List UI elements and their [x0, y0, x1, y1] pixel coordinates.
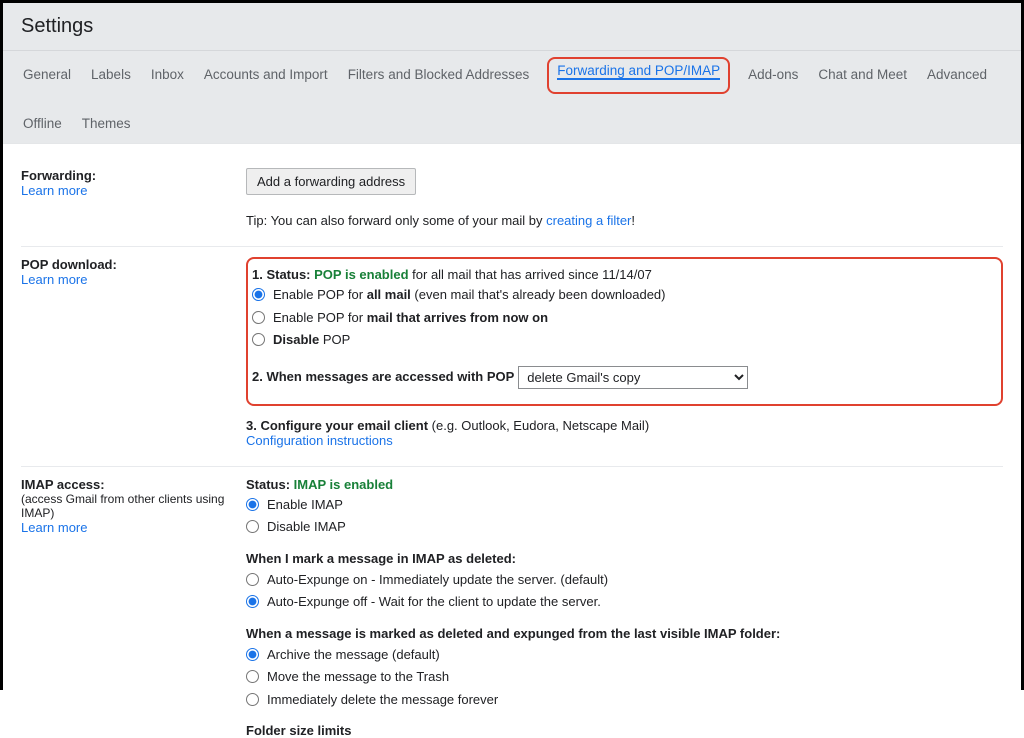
- tab-offline[interactable]: Offline: [21, 110, 64, 143]
- tab-inbox[interactable]: Inbox: [149, 61, 186, 94]
- tab-chat[interactable]: Chat and Meet: [816, 61, 909, 94]
- forwarding-label-col: Forwarding: Learn more: [21, 168, 246, 228]
- section-imap: IMAP access: (access Gmail from other cl…: [21, 467, 1003, 738]
- tab-general[interactable]: General: [21, 61, 73, 94]
- imap-radio-enable[interactable]: [246, 498, 259, 511]
- pop-label-col: POP download: Learn more: [21, 257, 246, 448]
- settings-content: Forwarding: Learn more Add a forwarding …: [3, 144, 1021, 738]
- forwarding-title: Forwarding:: [21, 168, 246, 183]
- tab-filters[interactable]: Filters and Blocked Addresses: [346, 61, 532, 94]
- pop-learn-more[interactable]: Learn more: [21, 272, 87, 287]
- expunge-on-label: Auto-Expunge on - Immediately update the…: [267, 570, 608, 590]
- tab-forwarding[interactable]: Forwarding and POP/IMAP: [557, 63, 720, 80]
- archive-row: Archive the message (default): [246, 645, 1003, 665]
- imap-status-enabled: IMAP is enabled: [294, 477, 393, 492]
- imap-expunged-head: When a message is marked as deleted and …: [246, 626, 1003, 641]
- pop-config: 3. Configure your email client (e.g. Out…: [246, 418, 1003, 433]
- forwarding-body: Add a forwarding address Tip: You can al…: [246, 168, 1003, 228]
- pop-radio-disable[interactable]: [252, 333, 265, 346]
- pop-status-num: 1. Status:: [252, 267, 314, 282]
- tab-themes[interactable]: Themes: [80, 110, 133, 143]
- create-filter-link[interactable]: creating a filter: [546, 213, 631, 228]
- pop-highlight-box: 1. Status: POP is enabled for all mail t…: [246, 257, 1003, 406]
- opt1-tail: (even mail that's already been downloade…: [411, 287, 666, 302]
- delete-forever-label: Immediately delete the message forever: [267, 690, 498, 710]
- trash-label: Move the message to the Trash: [267, 667, 449, 687]
- trash-row: Move the message to the Trash: [246, 667, 1003, 687]
- tab-accounts[interactable]: Accounts and Import: [202, 61, 330, 94]
- tab-forwarding-highlight: Forwarding and POP/IMAP: [547, 57, 730, 94]
- radio-delete-forever[interactable]: [246, 693, 259, 706]
- page-title: Settings: [21, 15, 1003, 38]
- tip-suffix: !: [631, 213, 635, 228]
- pop-option-disable: Disable POP: [252, 330, 991, 350]
- opt3-bold: Disable: [273, 332, 319, 347]
- pop-status: 1. Status: POP is enabled for all mail t…: [252, 267, 991, 282]
- pop-action-select[interactable]: delete Gmail's copy: [518, 366, 748, 389]
- expunge-off-row: Auto-Expunge off - Wait for the client t…: [246, 592, 1003, 612]
- imap-learn-more[interactable]: Learn more: [21, 520, 87, 535]
- pop-config-tail: (e.g. Outlook, Eudora, Netscape Mail): [428, 418, 649, 433]
- pop-radio-now-on[interactable]: [252, 311, 265, 324]
- add-forwarding-button[interactable]: Add a forwarding address: [246, 168, 416, 195]
- delete-forever-row: Immediately delete the message forever: [246, 690, 1003, 710]
- imap-disable-row: Disable IMAP: [246, 517, 1003, 537]
- pop-option-now-on: Enable POP for mail that arrives from no…: [252, 308, 991, 328]
- settings-tabs: General Labels Inbox Accounts and Import…: [3, 51, 1021, 144]
- tab-labels[interactable]: Labels: [89, 61, 133, 94]
- pop-title: POP download:: [21, 257, 246, 272]
- section-pop: POP download: Learn more 1. Status: POP …: [21, 247, 1003, 467]
- radio-expunge-on[interactable]: [246, 573, 259, 586]
- imap-status: Status: IMAP is enabled: [246, 477, 1003, 492]
- forwarding-tip: Tip: You can also forward only some of y…: [246, 213, 1003, 228]
- imap-radio-disable[interactable]: [246, 520, 259, 533]
- archive-label: Archive the message (default): [267, 645, 440, 665]
- imap-label-col: IMAP access: (access Gmail from other cl…: [21, 477, 246, 738]
- pop-config-link[interactable]: Configuration instructions: [246, 433, 393, 448]
- imap-disable-label: Disable IMAP: [267, 517, 346, 537]
- pop-body: 1. Status: POP is enabled for all mail t…: [246, 257, 1003, 448]
- pop-config-num: 3. Configure your email client: [246, 418, 428, 433]
- opt1-bold: all mail: [367, 287, 411, 302]
- imap-enable-row: Enable IMAP: [246, 495, 1003, 515]
- pop-action-row: 2. When messages are accessed with POP d…: [252, 366, 991, 389]
- radio-trash[interactable]: [246, 670, 259, 683]
- expunge-on-row: Auto-Expunge on - Immediately update the…: [246, 570, 1003, 590]
- expunge-off-label: Auto-Expunge off - Wait for the client t…: [267, 592, 601, 612]
- pop-status-enabled: POP is enabled: [314, 267, 408, 282]
- pop-radio-all-mail[interactable]: [252, 288, 265, 301]
- folder-limits-head: Folder size limits: [246, 723, 1003, 738]
- imap-status-pre: Status:: [246, 477, 294, 492]
- opt1-pre: Enable POP for: [273, 287, 367, 302]
- opt2-bold: mail that arrives from now on: [367, 310, 548, 325]
- radio-expunge-off[interactable]: [246, 595, 259, 608]
- radio-archive[interactable]: [246, 648, 259, 661]
- pop-status-tail: for all mail that has arrived since 11/1…: [409, 267, 652, 282]
- opt2-pre: Enable POP for: [273, 310, 367, 325]
- tab-advanced[interactable]: Advanced: [925, 61, 989, 94]
- imap-title: IMAP access:: [21, 477, 246, 492]
- forwarding-learn-more[interactable]: Learn more: [21, 183, 87, 198]
- tab-addons[interactable]: Add-ons: [746, 61, 800, 94]
- settings-header: Settings: [3, 3, 1021, 51]
- imap-body: Status: IMAP is enabled Enable IMAP Disa…: [246, 477, 1003, 738]
- opt3-tail: POP: [319, 332, 350, 347]
- imap-deleted-head: When I mark a message in IMAP as deleted…: [246, 551, 1003, 566]
- tip-prefix: Tip: You can also forward only some of y…: [246, 213, 546, 228]
- pop-action-label: 2. When messages are accessed with POP: [252, 367, 514, 387]
- imap-enable-label: Enable IMAP: [267, 495, 343, 515]
- section-forwarding: Forwarding: Learn more Add a forwarding …: [21, 158, 1003, 247]
- imap-sub: (access Gmail from other clients using I…: [21, 492, 246, 520]
- pop-option-all-mail: Enable POP for all mail (even mail that'…: [252, 285, 991, 305]
